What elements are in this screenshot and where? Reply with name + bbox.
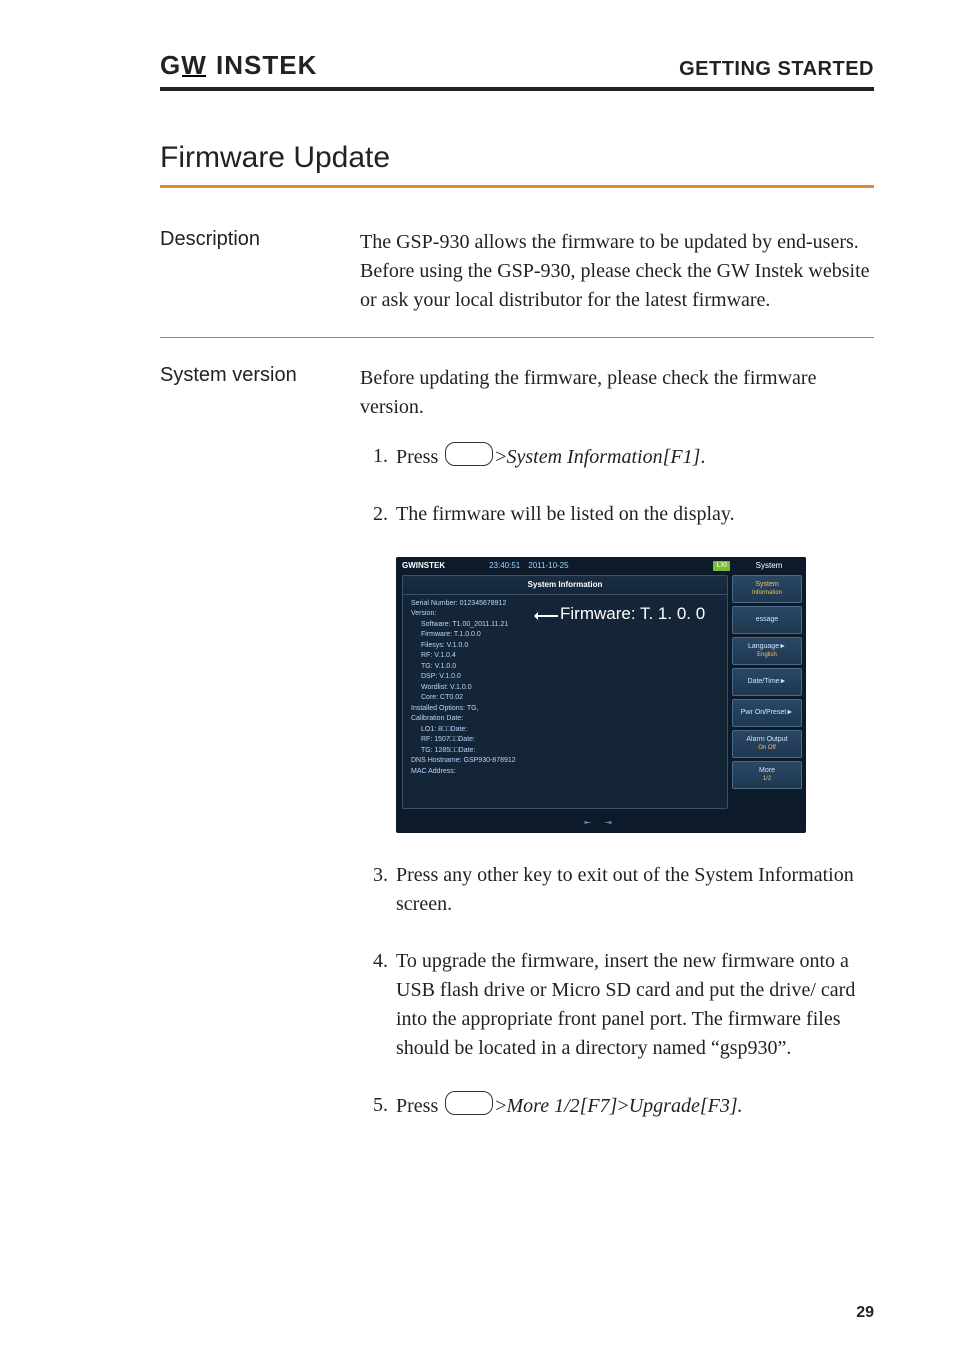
ss-line: Core: CT0.02 <box>411 693 719 704</box>
ss-line: Filesys: V.1.0.0 <box>411 641 719 652</box>
step-1-b: > <box>495 446 506 468</box>
ss-softkey[interactable]: Alarm OutputOn Off <box>732 730 802 758</box>
ss-softkey-label: More <box>759 767 775 775</box>
page-title: Firmware Update <box>160 141 874 175</box>
steps-list: Press >System Information[F1]. The firmw… <box>360 442 874 529</box>
ss-line: TG: 1285□□Date: <box>411 746 719 757</box>
step-5-c: More 1/2[F7] <box>507 1095 618 1117</box>
ss-line: DNS Hostname: GSP930-878912 <box>411 756 719 767</box>
ss-softkey[interactable]: Language►English <box>732 637 802 665</box>
system-keycap <box>445 442 493 466</box>
ss-brand: GWINSTEK <box>402 560 445 572</box>
system-version-text: Before updating the firmware, please che… <box>360 364 874 422</box>
section-divider <box>160 337 874 338</box>
ss-softkey[interactable]: Pwr On/Preset► <box>732 699 802 727</box>
ss-softkey-label: Alarm Output <box>746 736 787 744</box>
system-version-row: System version Before updating the firmw… <box>160 364 874 1149</box>
ss-time: 23:40:51 <box>489 560 520 572</box>
description-label: Description <box>160 228 360 251</box>
system-version-body: Before updating the firmware, please che… <box>360 364 874 1149</box>
ss-panel-title: System Information <box>403 576 727 595</box>
header-rule <box>160 87 874 91</box>
ss-softkey-sublabel: On Off <box>758 745 776 752</box>
ss-line: Calibration Date: <box>411 714 719 725</box>
ss-bottom-glyphs: ⇤ ⇥ <box>396 817 806 829</box>
ss-softkey-label: essage <box>756 616 779 624</box>
ss-line: LO1: 8□□Date: <box>411 725 719 736</box>
ss-line: Installed Options: TG, <box>411 704 719 715</box>
ss-softkey-label: Date/Time► <box>748 678 787 686</box>
step-1-a: Press <box>396 446 443 468</box>
ss-softkey[interactable]: More1/2 <box>732 761 802 789</box>
step-1-d: . <box>700 446 705 468</box>
ss-softkey-sublabel: 1/2 <box>763 776 771 783</box>
page: GW INSTEK GETTING STARTED Firmware Updat… <box>0 0 954 1350</box>
device-screenshot: GWINSTEK 23:40:51 2011-10-25 LXI System … <box>396 557 806 833</box>
step-5-e: Upgrade[F3]. <box>629 1095 743 1117</box>
page-number: 29 <box>856 1304 874 1322</box>
ss-softkey-label: System <box>755 581 778 589</box>
ss-softkey-label: Language► <box>748 643 786 651</box>
ss-date: 2011-10-25 <box>528 560 568 572</box>
firmware-callout: Firmware: T. 1. 0. 0 <box>560 602 705 627</box>
ss-softkey[interactable]: SystemInformation <box>732 575 802 603</box>
steps-list-cont: Press any other key to exit out of the S… <box>360 861 874 1121</box>
ss-softkey-menu: SystemInformation essage Language►English D… <box>732 575 802 789</box>
ss-lxi-badge: LXI <box>713 561 730 571</box>
ss-softkey-label: Pwr On/Preset► <box>741 709 793 717</box>
description-row: Description The GSP-930 allows the firmw… <box>160 228 874 315</box>
system-version-label: System version <box>160 364 360 387</box>
step-5-d: > <box>617 1095 628 1117</box>
ss-line: Wordlist: V.1.0.0 <box>411 683 719 694</box>
brand-logo: GW INSTEK <box>160 50 317 81</box>
step-5: Press >More 1/2[F7]>Upgrade[F3]. <box>360 1091 874 1121</box>
step-3: Press any other key to exit out of the S… <box>360 861 874 919</box>
step-2: The firmware will be listed on the displ… <box>360 500 874 529</box>
title-rule <box>160 185 874 188</box>
ss-softkey[interactable]: essage <box>732 606 802 634</box>
step-1: Press >System Information[F1]. <box>360 442 874 472</box>
step-5-a: Press <box>396 1095 443 1117</box>
ss-menu-title: System <box>738 560 800 572</box>
ss-line: MAC Address: <box>411 767 719 778</box>
ss-line: Firmware: T.1.0.0.0 <box>411 630 719 641</box>
callout-arrow-icon <box>536 615 558 617</box>
ss-topbar: GWINSTEK 23:40:51 2011-10-25 LXI System <box>396 557 806 575</box>
step-4: To upgrade the firmware, insert the new … <box>360 947 874 1063</box>
description-body: The GSP-930 allows the firmware to be up… <box>360 228 874 315</box>
ss-softkey-sublabel: English <box>757 652 777 659</box>
section-label: GETTING STARTED <box>679 58 874 81</box>
ss-line: TG: V.1.0.0 <box>411 662 719 673</box>
step-1-c: System Information[F1] <box>507 446 701 468</box>
ss-line: RF: V.1.0.4 <box>411 651 719 662</box>
ss-line: DSP: V.1.0.0 <box>411 672 719 683</box>
page-header: GW INSTEK GETTING STARTED <box>160 50 874 81</box>
step-5-b: > <box>495 1095 506 1117</box>
ss-softkey-sublabel: Information <box>752 590 782 597</box>
ss-softkey[interactable]: Date/Time► <box>732 668 802 696</box>
system-keycap-2 <box>445 1091 493 1115</box>
ss-line: RF: 1507□□Date: <box>411 735 719 746</box>
